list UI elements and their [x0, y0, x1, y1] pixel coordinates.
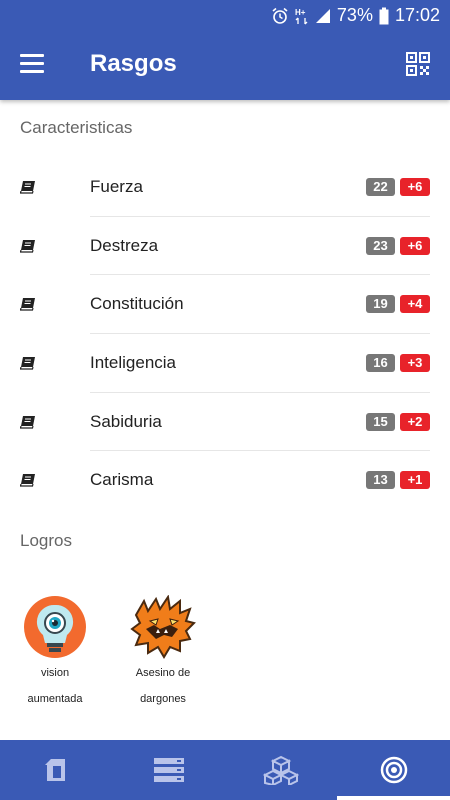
achievement-caption-line1: vision	[40, 667, 70, 679]
achievement-caption-line2: aumentada	[27, 693, 83, 705]
characteristics-heading: Caracteristicas	[20, 118, 133, 137]
storage-icon	[153, 758, 184, 782]
cubes-icon	[263, 755, 300, 785]
alarm-icon	[271, 7, 289, 25]
book-icon	[19, 356, 36, 370]
nav-storage[interactable]	[113, 740, 226, 800]
modifier-badge: +1	[400, 471, 430, 490]
achievement-caption-line2: dargones	[140, 693, 186, 705]
page-title: Rasgos	[90, 50, 177, 77]
achievement-dragon[interactable]: Asesino de dargones	[108, 595, 218, 711]
toolbar: Rasgos	[0, 32, 450, 100]
achievement-caption-line1: Asesino de	[135, 667, 191, 679]
score-badge: 16	[366, 354, 395, 373]
eye-bulb-icon	[24, 596, 86, 658]
character-icon	[45, 759, 66, 781]
score-badge: 19	[366, 295, 395, 314]
target-icon	[380, 756, 407, 784]
status-bar: H+ 73% 17:02	[0, 0, 450, 32]
achievement-vision[interactable]: vision aumentada	[0, 595, 110, 711]
characteristic-label: Inteligencia	[90, 353, 177, 373]
dragon-icon	[130, 595, 196, 659]
hplus-icon: H+	[295, 7, 309, 25]
list-item[interactable]: Inteligencia 16 +3	[0, 334, 450, 393]
nav-inventory[interactable]	[225, 740, 338, 800]
book-icon	[19, 239, 36, 253]
battery-percent: 73%	[336, 5, 373, 25]
selected-tab-indicator	[337, 796, 450, 800]
modifier-badge: +6	[400, 236, 430, 255]
book-icon	[19, 473, 36, 488]
modifier-badge: +2	[400, 412, 430, 431]
achievements-heading: Logros	[20, 531, 72, 550]
modifier-badge: +3	[400, 354, 430, 373]
score-badge: 23	[366, 236, 395, 255]
list-item[interactable]: Destreza 23 +6	[0, 217, 450, 276]
list-item[interactable]: Fuerza 22 +6	[0, 158, 450, 217]
characteristic-label: Destreza	[90, 235, 159, 255]
characteristic-label: Constitución	[90, 294, 184, 314]
characteristic-label: Sabiduria	[90, 411, 162, 431]
bottom-navigation	[0, 740, 450, 800]
nav-character[interactable]	[0, 740, 113, 800]
score-badge: 22	[366, 178, 395, 196]
list-item[interactable]: Constitución 19 +4	[0, 275, 450, 335]
menu-icon[interactable]	[20, 54, 44, 74]
list-item[interactable]: Sabiduria 15 +2	[0, 393, 450, 452]
list-item[interactable]: Carisma 13 +1	[0, 451, 450, 510]
signal-icon	[315, 8, 331, 24]
battery-icon	[379, 7, 389, 25]
book-icon	[19, 180, 36, 194]
score-badge: 13	[366, 471, 395, 490]
characteristics-list: Fuerza 22 +6 Destreza 23 +6 Constitución…	[0, 158, 450, 510]
score-badge: 15	[366, 412, 395, 431]
characteristic-label: Carisma	[90, 470, 154, 490]
nav-traits[interactable]	[338, 740, 450, 800]
app-bar: H+ 73% 17:02 Rasgos	[0, 0, 450, 100]
modifier-badge: +6	[400, 178, 430, 196]
svg-text:H+: H+	[295, 8, 306, 17]
clock: 17:02	[394, 5, 440, 25]
book-icon	[19, 415, 36, 429]
achievements-list: vision aumentada Asesino de dargones	[0, 595, 450, 725]
book-icon	[19, 297, 36, 311]
characteristic-label: Fuerza	[90, 177, 143, 196]
qr-code-icon[interactable]	[406, 52, 430, 76]
modifier-badge: +4	[400, 295, 430, 314]
